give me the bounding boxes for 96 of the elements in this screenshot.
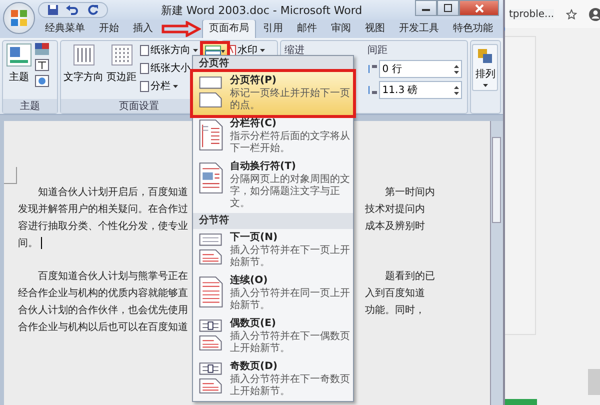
menu-item-description: 插入分节符并在下一偶数页上开始新节。 (230, 331, 351, 355)
menu-item-description: 插入分节符并在下一奇数页上开始新节。 (230, 374, 351, 398)
spacing-before-field[interactable]: 0 行 (379, 60, 462, 78)
caret-icon (260, 48, 265, 52)
menu-item-title: 偶数页(E) (230, 318, 277, 330)
ribbon-tab[interactable]: 经典菜单 (38, 19, 92, 38)
ribbon-tab[interactable]: 插入 (126, 19, 160, 38)
spin-arrows-icon (454, 86, 460, 94)
menu-item-title: 自动换行符(T) (230, 161, 297, 173)
menu-item[interactable]: 自动换行符(T) 分隔网页上的对象周围的文字，如分隔题注文字与正文。 (193, 158, 353, 213)
menu-item-title: 奇数页(D) (230, 361, 278, 373)
window-title: 新建 Word 2003.doc - Microsoft Word (160, 2, 364, 18)
orientation-button[interactable]: 纸张方向 (140, 43, 198, 57)
menu-item-description: 指示分栏符后面的文字将从下一栏开始。 (230, 131, 351, 155)
account-icon[interactable] (589, 8, 600, 20)
caret-icon (482, 84, 488, 87)
menu-item-title: 分页符(P) (230, 75, 278, 87)
arrange-button[interactable]: 排列 (472, 44, 498, 91)
spacing-after-field[interactable]: 11.3 磅 (379, 81, 462, 99)
menu-section-header: 分节符 (193, 213, 353, 229)
ribbon-tab[interactable]: 邮件 (290, 19, 324, 38)
ribbon-tab[interactable]: 特色功能 (446, 19, 500, 38)
ribbon-tab[interactable]: 审阅 (324, 19, 358, 38)
caret-icon (172, 84, 178, 88)
arrange-icon (477, 48, 494, 64)
text-line: 间。 (18, 236, 38, 250)
crop-mark (4, 167, 17, 184)
ribbon-tab[interactable]: 视图 (358, 19, 392, 38)
spin-arrows-icon (454, 64, 460, 74)
star-icon[interactable] (566, 8, 578, 20)
text-line: 题看到的已 (385, 270, 435, 282)
text-cursor (41, 236, 42, 248)
office-logo (10, 9, 28, 27)
text-line: 知道合伙人计划开启后，百度知道 (38, 186, 188, 198)
text-line: 入到百度知道 (365, 288, 425, 298)
menu-item[interactable]: 下一页(N) 插入分节符并在下一页上开始新节。 (193, 229, 353, 272)
menu-item-description: 插入分节符并在下一页上开始新节。 (230, 245, 351, 269)
text-direction-button[interactable]: 文字方向 (64, 43, 104, 84)
arrow (161, 21, 201, 37)
menu-item-description: 插入分节符并在同一页上开始新节。 (230, 288, 351, 312)
menu-item-title: 下一页(N) (230, 232, 279, 244)
menu-item[interactable]: 奇数页(D) 插入分节符并在下一奇数页上开始新节。 (193, 358, 353, 401)
text-line: 经合作企业与机构的优质内容就能够直 (18, 286, 188, 300)
page-grid-icon (110, 43, 134, 67)
ribbon-tab[interactable]: 开发工具 (392, 19, 446, 38)
close-icon (474, 4, 484, 12)
page-icon (140, 62, 149, 74)
text-line: 合作企业与机构以后也可以在百度知道 (18, 320, 188, 334)
save-icon[interactable] (47, 4, 59, 16)
ribbon-tab[interactable]: 引用 (256, 19, 290, 38)
browser-tab-title[interactable]: tproble... (509, 8, 554, 20)
indent-label: 缩进 (284, 44, 306, 57)
close-button[interactable] (459, 0, 499, 16)
scroll-thumb[interactable] (492, 137, 501, 223)
text-line: 成本及辨别时 (365, 220, 425, 232)
section-break-icon (197, 275, 225, 309)
ribbon-tab[interactable]: 开始 (92, 19, 126, 38)
ribbon-tab[interactable]: 页面布局 (202, 19, 256, 38)
margins-button[interactable]: 页边距 (106, 43, 137, 84)
text-line: 第一时间内 (385, 186, 435, 198)
column-break-icon (197, 118, 225, 152)
redo-icon[interactable] (87, 4, 99, 16)
maximize-icon (444, 4, 452, 12)
text-line: 容进行抽取分类、个性化分发，使专业 (18, 220, 188, 232)
group-label: 主题 (3, 99, 57, 113)
effects-icon[interactable] (35, 75, 49, 87)
menu-item[interactable]: 分栏符(C) 指示分栏符后面的文字将从下一栏开始。 (193, 115, 353, 158)
theme-button[interactable]: 主题 (6, 43, 32, 84)
menu-item-description: 分隔网页上的对象周围的文字，如分隔题注文字与正文。 (230, 174, 351, 210)
text-line: 功能。同时， (365, 304, 425, 316)
menu-item-description: 标记一页终止并开始下一页的点。 (230, 88, 351, 112)
maximize-button[interactable] (437, 0, 459, 16)
undo-icon[interactable] (65, 4, 81, 16)
spacing-before-icon (367, 63, 378, 75)
vertical-lines-icon (72, 43, 96, 67)
spacing-after-icon (367, 84, 378, 96)
fonts-icon[interactable] (35, 59, 49, 71)
minimize-button[interactable] (415, 0, 437, 16)
menu-item[interactable]: 连续(O) 插入分节符并在同一页上开始新节。 (193, 272, 353, 315)
text-line: 发现并解答用户的相关疑问。在合作过 (18, 202, 188, 216)
page-icon (140, 80, 149, 92)
text-line: 合伙人计划的合作伙伴，也会优先使用 (18, 304, 188, 316)
caret-icon (192, 48, 198, 52)
spacing-label: 间距 (367, 44, 388, 57)
theme-icon (6, 43, 32, 67)
menu-item-title: 分栏符(C) (230, 118, 278, 130)
menu-item[interactable]: 分页符(P) 标记一页终止并开始下一页的点。 (193, 72, 353, 115)
office-button[interactable] (3, 2, 35, 34)
page-icon (140, 44, 149, 56)
text-line: 百度知道合伙人计划与熊掌号正在 (38, 270, 188, 282)
menu-item[interactable]: 偶数页(E) 插入分节符并在下一偶数页上开始新节。 (193, 315, 353, 358)
text-line: 技术对提问内 (365, 204, 425, 214)
scrollbar[interactable] (490, 121, 503, 405)
menu-item-title: 连续(O) (230, 275, 269, 287)
text-wrap-icon (197, 161, 225, 195)
colors-icon[interactable] (35, 43, 49, 55)
